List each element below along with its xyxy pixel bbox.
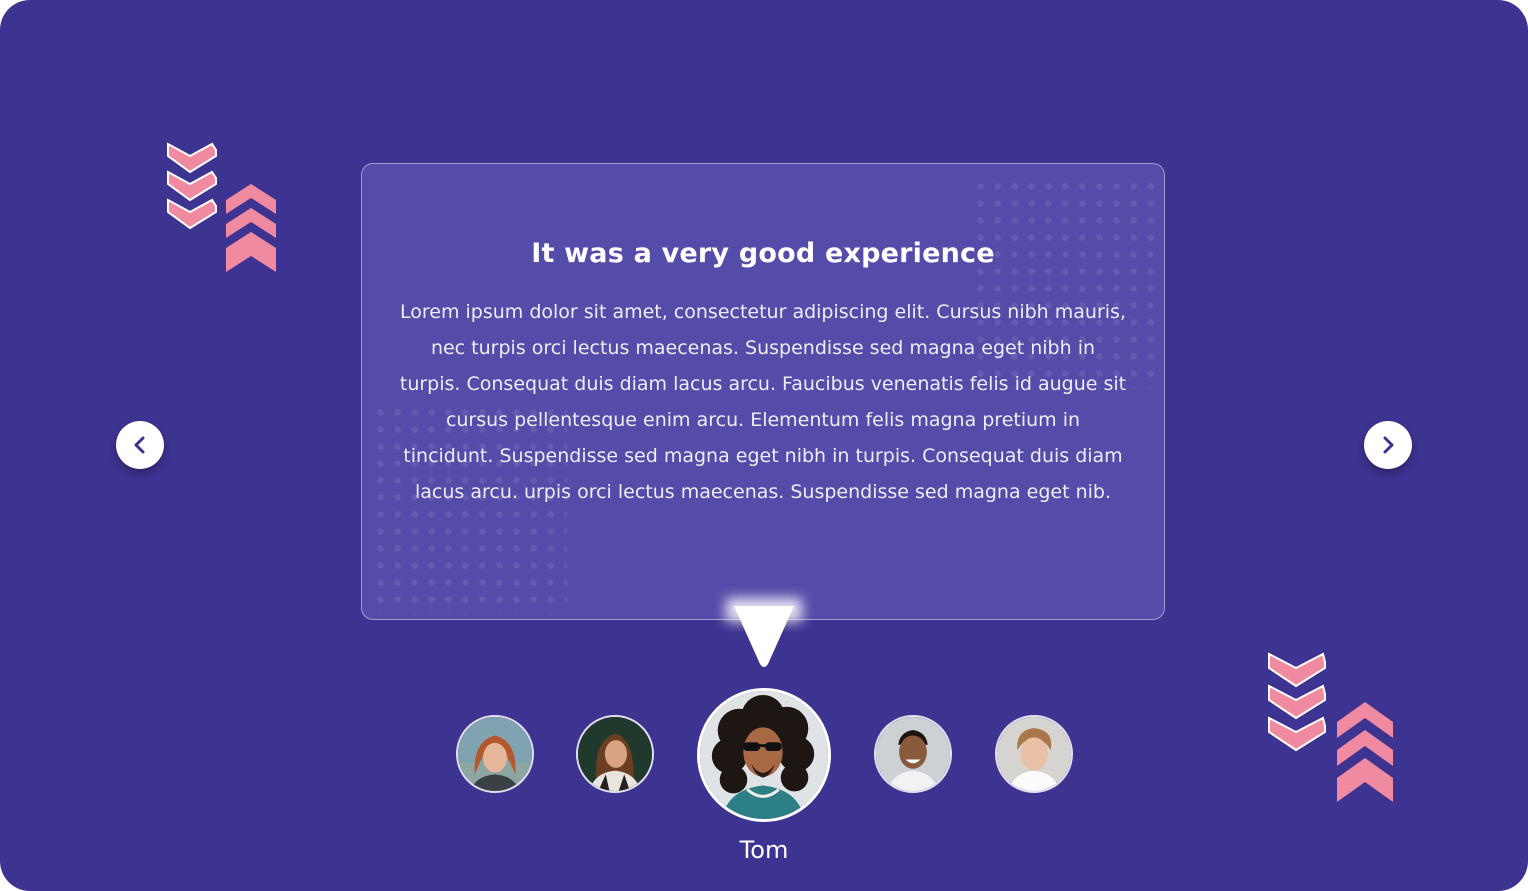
avatar-photo-icon — [578, 717, 652, 791]
previous-button[interactable] — [116, 421, 164, 469]
avatar-photo-icon — [876, 717, 950, 791]
avatar-photo-icon — [458, 717, 532, 791]
testimonial-title: It was a very good experience — [531, 238, 995, 269]
active-avatar-name: Tom — [739, 836, 789, 864]
chevron-left-icon — [134, 436, 145, 454]
testimonial-pointer — [734, 606, 794, 674]
testimonial-slider: It was a very good experience Lorem ipsu… — [0, 0, 1528, 891]
avatar[interactable] — [874, 715, 952, 793]
chevron-right-icon — [1383, 436, 1394, 454]
avatar-photo-icon — [700, 691, 828, 819]
avatar-photo-icon — [997, 717, 1071, 791]
testimonial-card: It was a very good experience Lorem ipsu… — [361, 163, 1165, 620]
decorative-chevrons-top-left — [166, 142, 278, 274]
testimonial-body: Lorem ipsum dolor sit amet, consectetur … — [399, 301, 1127, 503]
avatar[interactable] — [456, 715, 534, 793]
avatar-tom[interactable] — [697, 688, 831, 822]
next-button[interactable] — [1364, 421, 1412, 469]
avatar[interactable] — [995, 715, 1073, 793]
avatar[interactable] — [576, 715, 654, 793]
decorative-chevrons-bottom-right — [1267, 652, 1397, 804]
